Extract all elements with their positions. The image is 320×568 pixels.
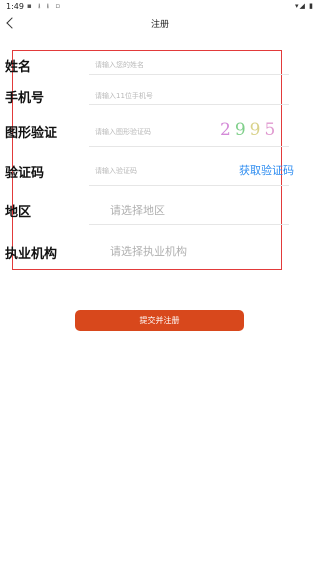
divider xyxy=(89,224,289,225)
captcha-digit: 5 xyxy=(264,120,280,140)
status-bar: 1:49 ▪ ⭳ ⭳ ▫ ▾◢ ▮ xyxy=(0,0,320,14)
submit-register-button[interactable]: 提交并注册 xyxy=(75,310,244,331)
captcha-input[interactable]: 请输入图形验证码 xyxy=(95,127,151,137)
get-sms-code-button[interactable]: 获取验证码 xyxy=(239,162,294,178)
captcha-image[interactable]: 2995 xyxy=(220,120,279,140)
divider xyxy=(89,146,289,147)
captcha-digit: 2 xyxy=(220,120,235,140)
divider xyxy=(89,104,289,105)
signal-battery-icons: ▾◢ ▮ xyxy=(295,2,314,10)
name-label: 姓名 xyxy=(5,60,32,75)
sms-code-label: 验证码 xyxy=(5,166,45,181)
phone-input[interactable]: 请输入11位手机号 xyxy=(95,91,153,101)
sms-code-input[interactable]: 请输入验证码 xyxy=(95,166,137,176)
organization-select[interactable]: 请选择执业机构 xyxy=(110,243,187,259)
captcha-digit: 9 xyxy=(234,120,250,140)
registration-form xyxy=(12,50,282,270)
region-label: 地区 xyxy=(5,205,32,220)
region-select[interactable]: 请选择地区 xyxy=(110,202,165,218)
name-input[interactable]: 请输入您的姓名 xyxy=(95,60,144,70)
divider xyxy=(89,74,289,75)
captcha-label: 图形验证 xyxy=(5,126,58,141)
status-time: 1:49 xyxy=(6,2,24,11)
page-title: 注册 xyxy=(150,20,169,30)
captcha-digit: 9 xyxy=(249,120,265,140)
phone-label: 手机号 xyxy=(5,91,45,106)
notification-icons: ▪ ⭳ ⭳ ▫ xyxy=(27,2,63,10)
organization-label: 执业机构 xyxy=(5,247,58,262)
nav-bar: 注册 xyxy=(0,14,320,34)
divider xyxy=(89,185,289,186)
